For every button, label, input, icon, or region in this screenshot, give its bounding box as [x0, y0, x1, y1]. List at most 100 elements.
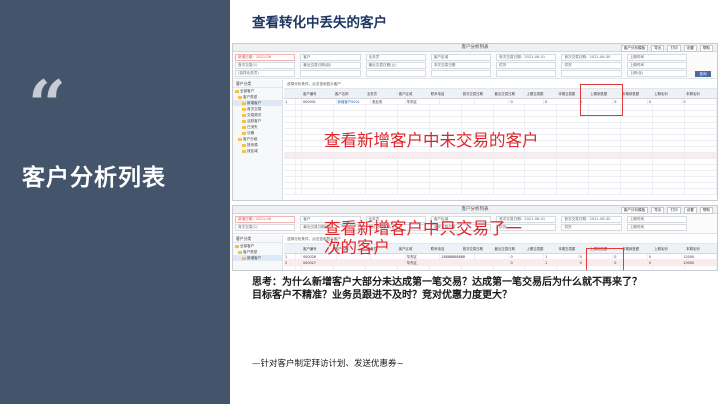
table-cell — [621, 165, 654, 170]
column-header[interactable]: 业务员 — [366, 89, 398, 98]
filter-field[interactable]: 上期时间 — [626, 54, 687, 61]
filter-field[interactable] — [496, 70, 557, 77]
table-cell — [366, 171, 398, 176]
table-cell — [462, 183, 494, 188]
table-cell — [525, 266, 558, 270]
column-header[interactable]: 上期毛利 — [653, 244, 686, 253]
section-title: 客户分析列表 — [22, 165, 166, 191]
table-cell — [494, 189, 526, 194]
filter-field[interactable]: 供货 — [496, 62, 557, 69]
filter-field[interactable]: 客户 — [300, 54, 361, 61]
tree-item-label: 全部客户 — [240, 244, 255, 248]
table-cell: 0 — [648, 99, 683, 104]
table-cell: 000001 — [302, 99, 337, 104]
table-cell[interactable]: 新增客户0001 — [337, 99, 372, 104]
column-header[interactable]: 本期销售额 — [621, 244, 654, 253]
filter-field[interactable] — [365, 70, 426, 77]
column-header[interactable]: 上期毛利 — [653, 89, 686, 98]
toolbar-button[interactable]: 打印 — [667, 207, 681, 214]
table-cell — [334, 159, 366, 164]
thinking-line-1: 思考：为什么新增客户大部分未达成第一笔交易？达成第一笔交易后为什么就不再来了？ — [252, 277, 642, 288]
table-cell — [525, 165, 558, 170]
filter-field[interactable] — [430, 70, 492, 77]
toolbar-button[interactable]: 打印 — [667, 45, 681, 52]
table-cell — [557, 171, 590, 176]
column-header[interactable]: 本期毛利 — [685, 244, 717, 253]
column-header[interactable]: 本期销售额 — [621, 89, 654, 98]
filter-field[interactable]: 首次交易(1) — [235, 62, 296, 69]
row-number — [284, 159, 296, 164]
table-cell — [366, 266, 398, 270]
customer-tree: 客户分类 全部客户 客户类型 新增客户 — [233, 235, 283, 270]
toolbar-button[interactable]: 设置 — [683, 207, 697, 214]
tree-header: 客户分类 — [233, 80, 282, 88]
toolbar-button[interactable]: 导出 — [651, 45, 665, 52]
filter-field[interactable]: 业务员 — [365, 54, 426, 61]
column-header[interactable]: 客户区域 — [398, 89, 430, 98]
filter-field[interactable]: 最近交易日期(止) — [365, 62, 426, 69]
filter-field[interactable] — [300, 70, 361, 77]
table-cell — [557, 141, 590, 146]
column-header[interactable]: 客户名称 — [334, 89, 366, 98]
tree-item-label: 客户类型 — [243, 95, 258, 99]
row-number — [284, 135, 296, 140]
table-cell — [302, 165, 334, 170]
table-cell — [621, 159, 654, 164]
table-cell — [653, 183, 686, 188]
toolbar-button[interactable]: 帮助 — [699, 207, 713, 214]
filter-field[interactable]: 新增日期：2021-06 — [235, 54, 296, 61]
column-header[interactable]: 上期交易额 — [525, 89, 558, 98]
filter-field[interactable]: 最近交易日期(起) — [300, 62, 361, 69]
table-cell — [494, 153, 526, 158]
column-header[interactable]: 最近交易日期 — [494, 89, 526, 98]
filter-field[interactable]: 上期时间 — [626, 224, 687, 231]
filter-field[interactable]: 首次交易日期：2021-06-30 — [561, 216, 622, 223]
filter-field[interactable]: 首次交易日期：2021-06-01 — [496, 54, 557, 61]
tree-item-label: 客户分组 — [243, 137, 258, 141]
overlay-caption: 查看新增客户中只交易了一 次的客户 — [324, 219, 522, 258]
table-cell — [685, 183, 717, 188]
filter-field[interactable]: 新增日期：2021-06 — [235, 216, 296, 223]
column-header[interactable]: 客户编号 — [302, 89, 334, 98]
table-cell — [430, 123, 462, 128]
screenshot-one-time-customers: 客户分析列表 客户分析模板 导出 打印 设置 帮助 新增日期：2021-06 客户 业务员客… — [232, 205, 718, 271]
filter-field[interactable]: 供货 — [561, 224, 622, 231]
toolbar-button[interactable]: 客户分析模板 — [620, 207, 649, 214]
table-cell — [334, 177, 366, 182]
table-cell — [557, 147, 590, 152]
filter-field[interactable]: (选择业务员) — [235, 70, 296, 77]
column-header[interactable]: 本期毛利 — [685, 89, 717, 98]
table-cell — [494, 123, 526, 128]
table-cell — [398, 159, 430, 164]
left-panel: “ 客户分析列表 — [0, 0, 230, 404]
table-cell — [462, 105, 494, 110]
filter-field[interactable]: 客户区域 — [430, 54, 492, 61]
filter-field[interactable]: 首次交易(1) — [235, 224, 296, 231]
filter-field[interactable]: 首次交易日期：2021-06-30 — [561, 54, 622, 61]
table-cell: 0 — [544, 99, 579, 104]
column-header[interactable]: 联系电话 — [430, 89, 462, 98]
filter-field[interactable]: 本次交易日期 — [430, 62, 492, 69]
filter-field[interactable]: 上期时间 — [626, 216, 687, 223]
tree-item[interactable]: 新增客户 — [233, 255, 282, 261]
tree-item-label: 沉睡 — [247, 131, 255, 135]
toolbar-button[interactable]: 导出 — [651, 207, 665, 214]
slide-title: 查看转化中丢失的客户 — [252, 15, 387, 31]
tree-item[interactable]: 按区域 — [233, 148, 282, 154]
row-number — [284, 111, 296, 116]
table-cell — [366, 153, 398, 158]
table-cell[interactable] — [337, 260, 372, 265]
toolbar-button[interactable]: 设置 — [683, 45, 697, 52]
filter-field[interactable]: 上期时间 — [626, 62, 687, 69]
column-header[interactable]: 本期交易额 — [557, 244, 590, 253]
column-header[interactable]: 首次交易日期 — [462, 89, 494, 98]
toolbar-button[interactable]: 客户分析模板 — [620, 45, 649, 52]
table-cell — [621, 129, 654, 134]
query-button[interactable]: 查询 — [695, 71, 711, 77]
filter-field[interactable] — [561, 70, 622, 77]
app-titlebar: 客户分析列表 客户分析模板 导出 打印 设置 帮助 — [233, 206, 717, 214]
toolbar-button[interactable]: 帮助 — [699, 45, 713, 52]
filter-field[interactable]: 供货 — [561, 62, 622, 69]
column-header[interactable]: 上期交易额 — [525, 244, 558, 253]
filter-field[interactable]: 上期(含) — [626, 70, 687, 77]
